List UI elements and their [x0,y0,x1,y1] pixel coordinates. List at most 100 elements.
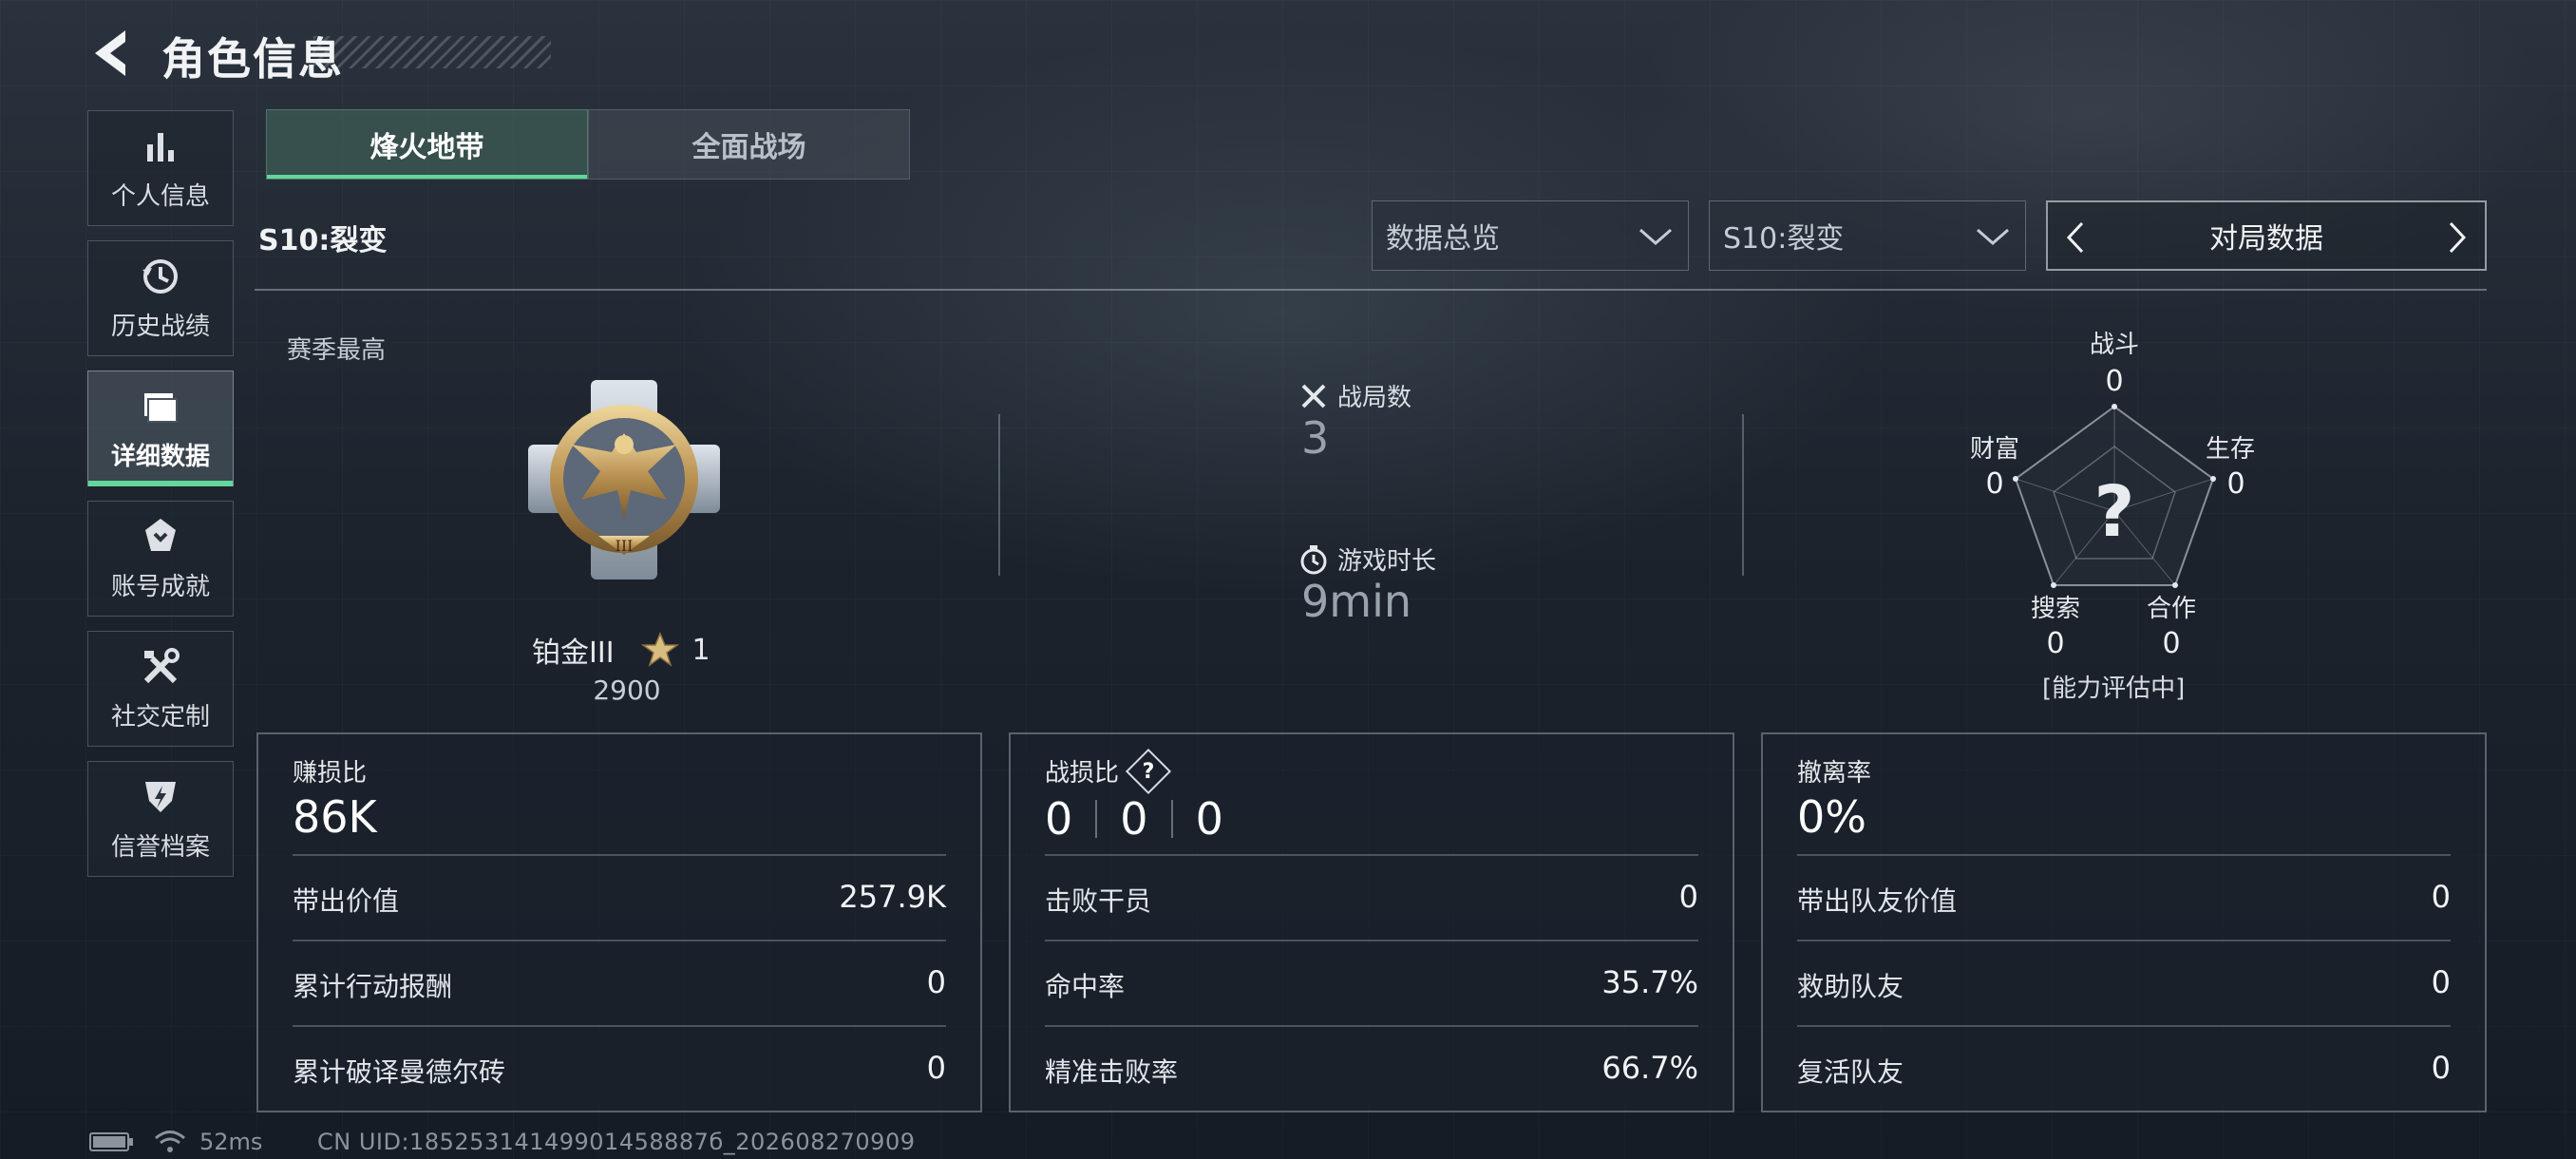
row-value: 0 [1678,879,1698,915]
season-dropdown[interactable]: S10:裂变 [1709,200,2026,271]
panel-divider [293,854,946,856]
svg-text:III: III [616,537,634,555]
season-label: S10:裂变 [258,224,388,257]
sidebar-item-personal-info[interactable]: 个人信息 [87,110,234,226]
radar-combat-label: 战斗 [2089,331,2139,359]
help-icon[interactable]: ? [1125,748,1172,794]
ping-value: 52ms [199,1129,263,1155]
player-uid: CN UID:18525314149901458887б_20260827090… [317,1129,916,1155]
row-label: 复活队友 [1797,1056,1904,1088]
radar-combat-value: 0 [2105,365,2124,398]
wifi-icon [155,1130,185,1152]
playtime-value: 9min [1301,576,1412,627]
overview-dropdown[interactable]: 数据总览 [1372,200,1689,271]
matches-value: 3 [1301,412,1330,464]
panel-divider [1797,1025,2451,1027]
season-best-label: 赛季最高 [287,336,387,365]
credit-shield-icon [140,776,181,818]
profit-value: 86K [293,791,377,843]
row-label: 救助队友 [1797,971,1904,1002]
mode-tabs: 烽火地带 全面战场 [266,109,910,180]
ratio-separator [1095,800,1098,838]
sidebar-item-label: 详细数据 [110,442,210,471]
radar-coop-value: 0 [2162,627,2181,660]
panel-divider [1045,854,1698,856]
sidebar-item-history[interactable]: 历史战绩 [87,240,234,356]
help-mark: ? [1142,759,1155,783]
platinum-rank-medal-icon: III [524,376,724,583]
battery-icon [89,1132,133,1151]
combat-panel: 战损比 ? 0 0 0 击败干员 0 命中率 35.7% 精准击败率 66.7% [1009,732,1734,1112]
sidebar: 个人信息 历史战绩 详细数据 账号成就 社交定制 信誉档案 [87,110,234,891]
sidebar-item-social[interactable]: 社交定制 [87,631,234,747]
dropdown-value: 数据总览 [1386,222,1500,256]
ability-status: [能力评估中] [2042,674,2186,703]
profit-title: 赚损比 [293,759,368,788]
sidebar-item-detailed-data[interactable]: 详细数据 [87,370,234,486]
row-value: 257.9K [839,879,946,915]
back-arrow-icon [95,30,125,76]
dropdown-value: S10:裂变 [1723,222,1845,256]
match-data-selector: 对局数据 [2046,200,2487,271]
sidebar-item-credit[interactable]: 信誉档案 [87,761,234,877]
row-value: 0 [2431,879,2451,915]
ratio-value: 0 [1195,793,1223,845]
row-value: 0 [2431,964,2451,1000]
vertical-divider [1742,414,1744,576]
radar-search-value: 0 [2046,627,2065,660]
chevron-down-icon [1639,228,1672,245]
row-label: 累计破译曼德尔砖 [293,1056,506,1088]
extract-value: 0% [1797,791,1866,843]
history-icon [140,256,181,297]
match-data-label: 对局数据 [2209,222,2323,256]
matches-label-text: 战局数 [1337,384,1412,412]
left-edge-arc [0,38,19,228]
row-label: 带出队友价值 [1797,885,1958,917]
row-label: 命中率 [1045,971,1126,1002]
achievement-icon [140,516,181,558]
chevron-right-icon[interactable] [2443,219,2472,256]
back-button[interactable] [87,27,135,80]
playtime-label: 游戏时长 [1299,542,1436,577]
title-decoration [313,36,551,68]
extract-panel: 撤离率 0% 带出队友价值 0 救助队友 0 复活队友 0 [1761,732,2487,1112]
sidebar-item-label: 社交定制 [110,702,210,732]
ratio-separator [1170,800,1173,838]
tab-full-battlefield[interactable]: 全面战场 [588,109,910,180]
page-title: 角色信息 [161,33,344,85]
matches-label: 战局数 [1299,378,1411,413]
crossed-swords-icon [1301,384,1326,408]
ratio-value: 0 [1120,793,1148,845]
row-label: 累计行动报酬 [293,971,453,1002]
panel-divider [1045,940,1698,941]
rank-row: 铂金III 1 [532,629,750,671]
tab-warzone[interactable]: 烽火地带 [266,109,588,180]
radar-center-mark: ? [2094,471,2135,553]
row-value: 0 [2431,1050,2451,1086]
rank-name: 铂金III [532,636,615,670]
rank-score: 2900 [593,674,661,706]
stopwatch-icon [1300,544,1327,574]
sidebar-item-achievements[interactable]: 账号成就 [87,501,234,617]
row-label: 精准击败率 [1045,1056,1179,1088]
row-value: 0 [926,964,946,1000]
row-label: 带出价值 [293,885,400,917]
chevron-down-icon [1977,228,2009,245]
chevron-left-icon[interactable] [2061,219,2090,256]
ratio-value: 0 [1045,793,1073,845]
playtime-label-text: 游戏时长 [1337,547,1437,576]
profit-panel: 赚损比 86K 带出价值 257.9K 累计行动报酬 0 累计破译曼德尔砖 0 [256,732,982,1112]
ability-radar-chart: ? [2013,404,2216,588]
sidebar-item-label: 个人信息 [110,181,210,211]
folder-icon [140,386,181,428]
kd-ratio: 0 0 0 [1045,793,1223,845]
row-value: 66.7% [1601,1050,1698,1086]
row-value: 35.7% [1601,964,1698,1000]
tools-icon [140,646,181,688]
combat-title: 战损比 [1045,759,1120,788]
sidebar-item-label: 账号成就 [110,572,210,601]
row-label: 击败干员 [1045,885,1152,917]
panel-divider [293,940,946,941]
vertical-divider [998,414,1000,576]
section-divider [255,289,2487,291]
